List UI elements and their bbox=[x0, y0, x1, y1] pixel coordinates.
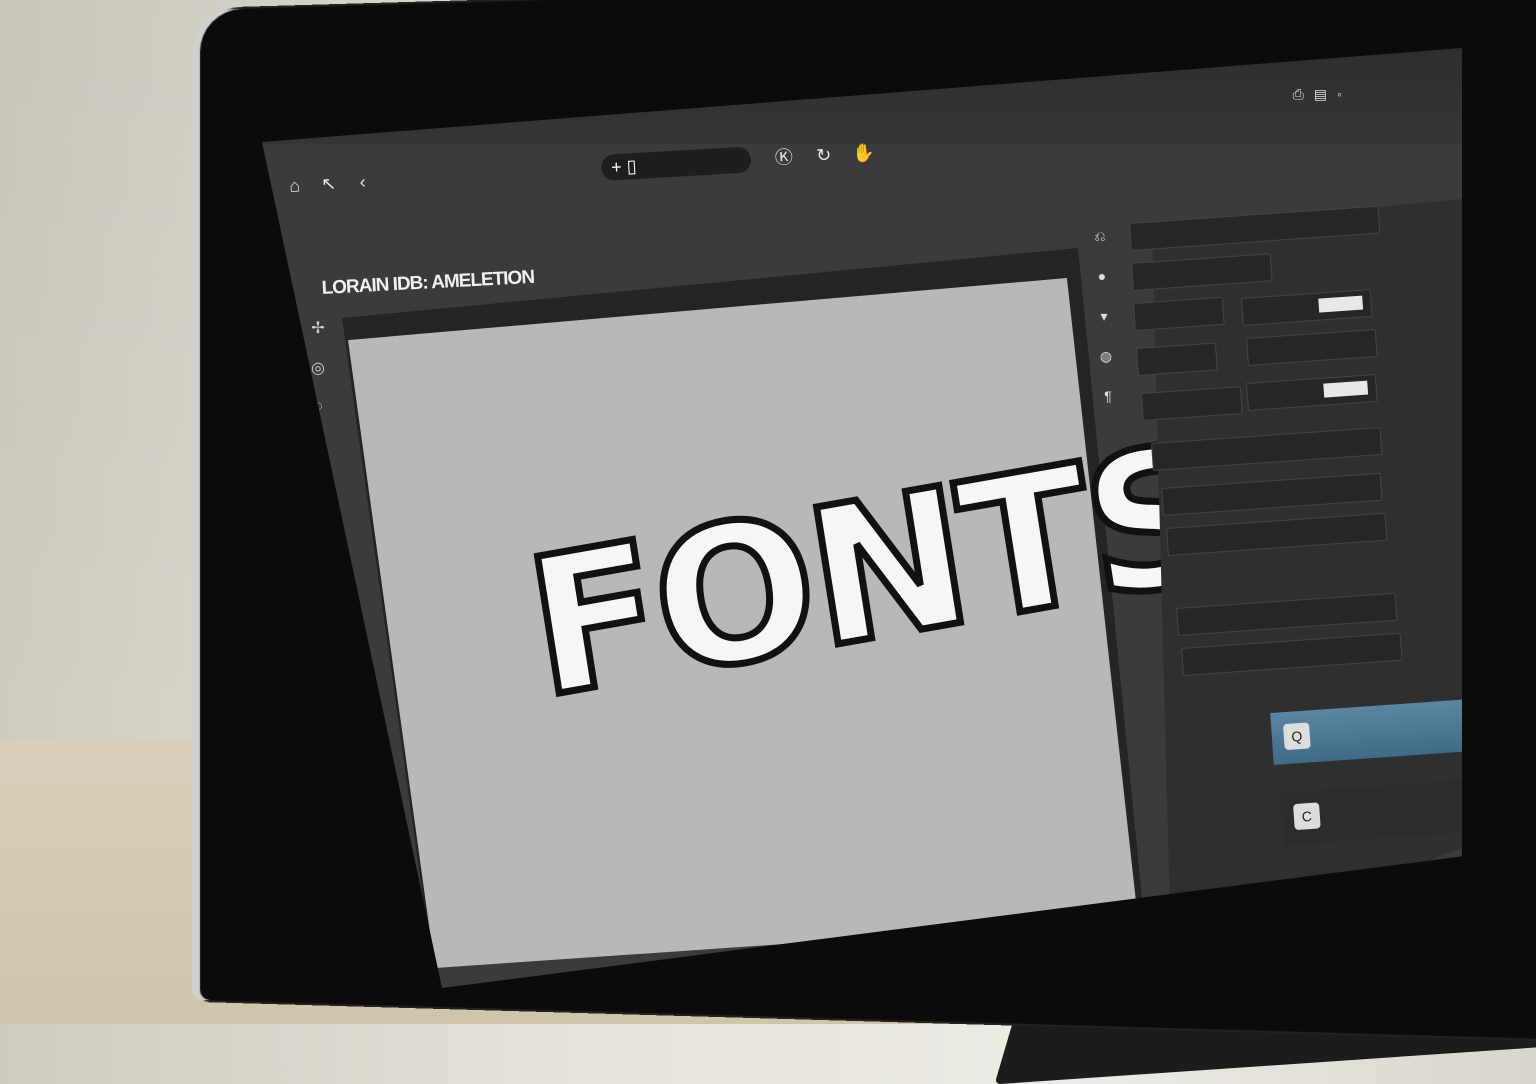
layer-thumbnail-icon: C bbox=[1292, 802, 1321, 831]
move-tool-icon[interactable]: ✢ bbox=[307, 318, 329, 340]
laptop-screen: ⎙ ▤ ◦ ⌂ ↖ ‹ + ▯ Ⓚ ↻ ✋ LORAIN IDB: AMELET… bbox=[262, 48, 1462, 988]
paragraph-icon[interactable]: ¶ bbox=[1098, 388, 1118, 408]
color-icon[interactable]: ● bbox=[1092, 268, 1112, 288]
tool-field[interactable]: + ▯ bbox=[600, 146, 752, 181]
rotate-icon[interactable]: ↻ bbox=[810, 141, 837, 168]
adjust-icon[interactable]: ◍ bbox=[1096, 348, 1116, 368]
home-icon[interactable]: ⌂ bbox=[281, 172, 308, 199]
tracking-field[interactable] bbox=[1136, 342, 1218, 376]
back-icon[interactable]: ‹ bbox=[349, 168, 376, 195]
color-swatch[interactable] bbox=[1318, 295, 1364, 313]
share-icon[interactable]: ⎙ bbox=[1293, 86, 1304, 103]
history-icon[interactable]: ⎌ bbox=[1090, 228, 1110, 248]
text-tool-icon[interactable]: Ⓚ bbox=[770, 144, 797, 171]
window-controls: ⎙ ▤ ◦ bbox=[1293, 86, 1342, 103]
document-tab[interactable] bbox=[301, 222, 602, 268]
layer-thumbnail-icon: Q bbox=[1282, 722, 1311, 751]
swatches-icon[interactable]: ▾ bbox=[1094, 308, 1114, 328]
text-color-swatch[interactable] bbox=[1323, 380, 1369, 398]
workspace-icon[interactable]: ▤ bbox=[1314, 86, 1327, 103]
hand-icon[interactable]: ✋ bbox=[850, 139, 877, 166]
settings-icon[interactable]: ◦ bbox=[1337, 86, 1342, 103]
move-icon[interactable]: ↖ bbox=[315, 170, 342, 197]
